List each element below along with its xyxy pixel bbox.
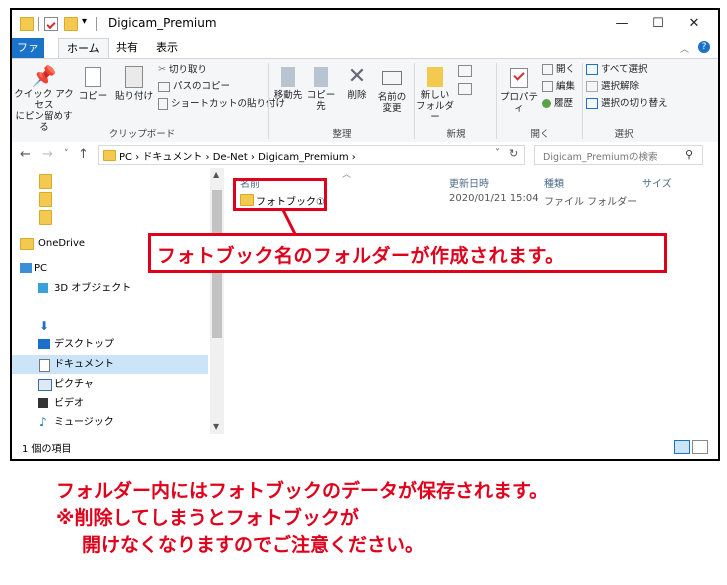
note-line: フォルダー内にはフォトブックのデータが保存されます。 (56, 480, 549, 502)
note-line: 開けなくなりますのでご注意ください。 (82, 534, 425, 556)
annotation-note: フォルダー内にはフォトブックのデータが保存されます。 ※削除してしまうとフォトブ… (56, 478, 548, 559)
note-line: ※削除してしまうとフォトブックが (56, 507, 359, 529)
callout-box: フォトブック名のフォルダーが作成されます。 (148, 233, 667, 273)
callout-text: フォトブック名のフォルダーが作成されます。 (157, 245, 565, 267)
